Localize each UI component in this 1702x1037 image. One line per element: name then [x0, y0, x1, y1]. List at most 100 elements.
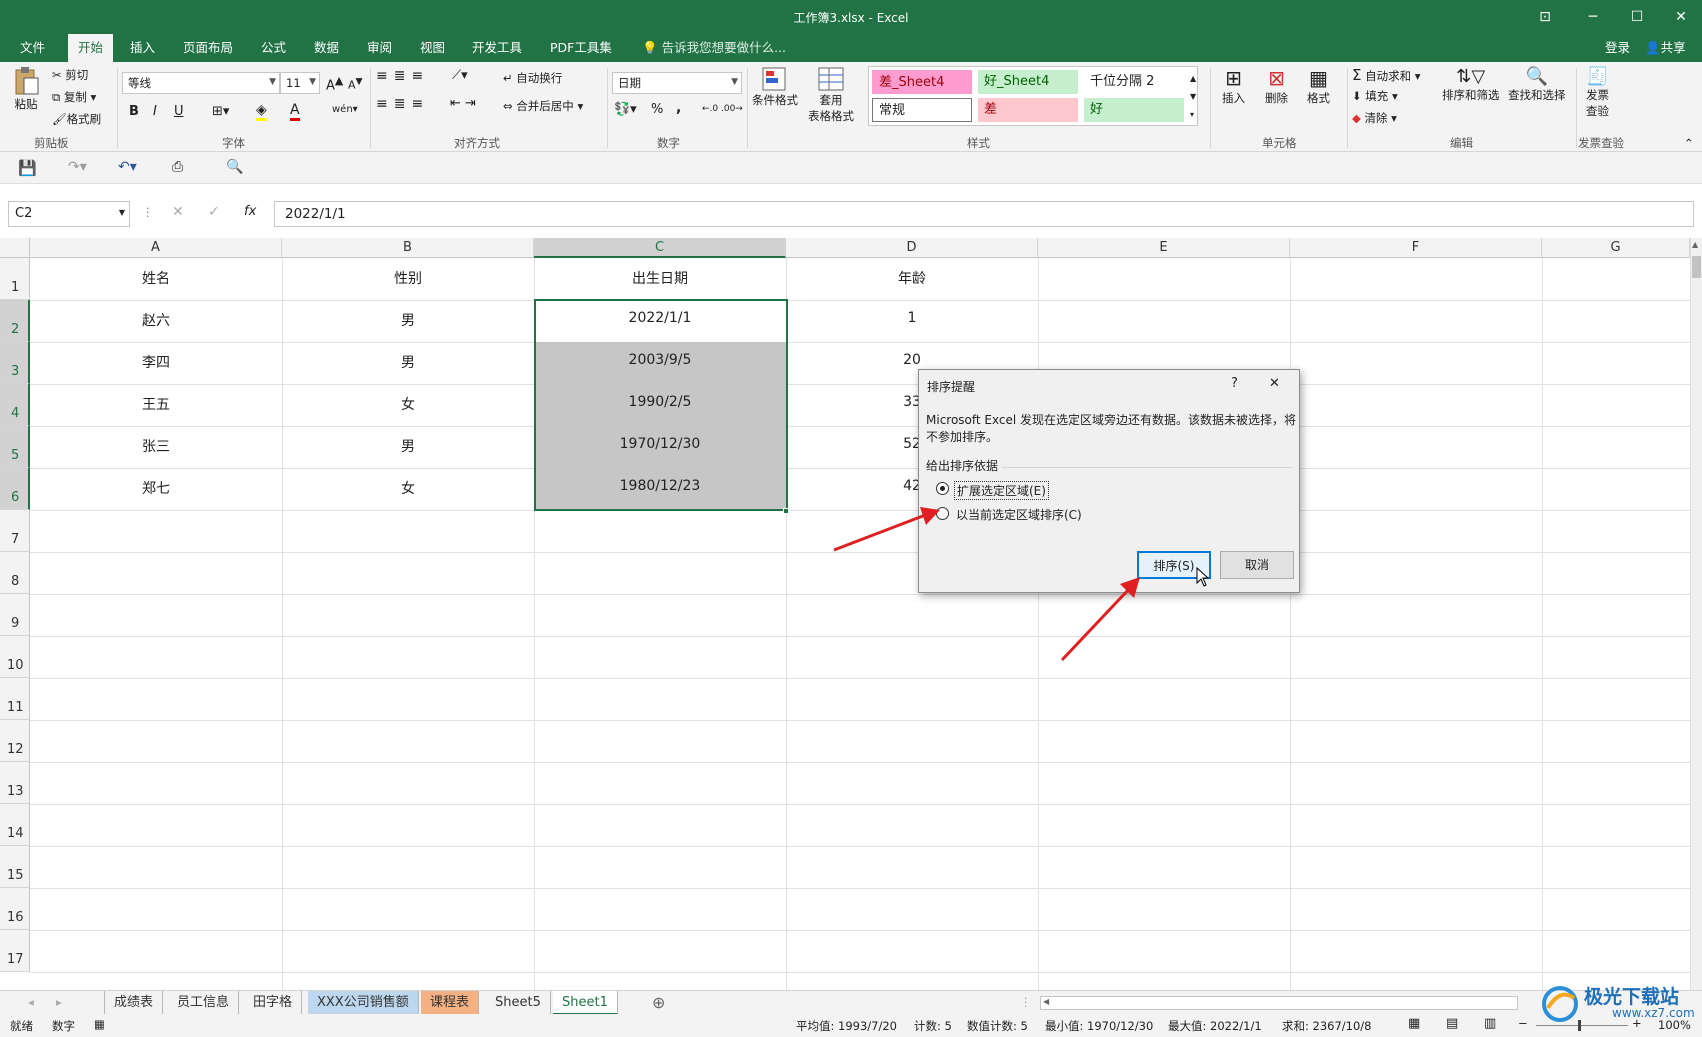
column-header-f[interactable]: F	[1290, 238, 1542, 258]
page-layout-view-icon[interactable]: ▤	[1446, 1016, 1458, 1031]
tab-view[interactable]: 视图	[410, 34, 455, 62]
sheet-tab[interactable]: 员工信息	[168, 991, 240, 1015]
tab-developer[interactable]: 开发工具	[462, 34, 532, 62]
sheet-nav-prev-icon[interactable]: ◂	[28, 995, 34, 1009]
row-header[interactable]: 5	[0, 426, 30, 468]
select-all-corner[interactable]	[0, 238, 30, 258]
bold-button[interactable]: B	[129, 104, 139, 119]
currency-icon[interactable]: 💱▾	[614, 102, 637, 117]
percent-button[interactable]: %	[651, 102, 663, 117]
table-header-cell[interactable]: 性别	[282, 268, 534, 288]
table-cell[interactable]: 1980/12/23	[534, 478, 786, 494]
table-header-cell[interactable]: 出生日期	[534, 268, 786, 288]
decimal-increase-icon[interactable]: ←.0 .00→	[702, 104, 743, 114]
login-link[interactable]: 登录	[1595, 34, 1640, 62]
table-cell[interactable]: 王五	[30, 394, 282, 414]
row-header[interactable]: 13	[0, 762, 30, 804]
sheet-tab[interactable]: 课程表	[421, 991, 480, 1015]
paste-button[interactable]: 粘贴	[12, 66, 40, 112]
column-header-b[interactable]: B	[282, 238, 534, 258]
save-icon[interactable]: 💾	[18, 159, 37, 177]
sheet-tab[interactable]: 成绩表	[104, 991, 164, 1015]
gallery-scroll-icon[interactable]: ▲ ▼ ▾	[1190, 70, 1196, 124]
invoice-check-button[interactable]: 🧾 发票 查验	[1586, 66, 1609, 119]
redo-icon[interactable]: ↷▾	[68, 159, 87, 175]
tell-me-box[interactable]: 💡 告诉我您想要做什么...	[632, 34, 796, 62]
sort-filter-button[interactable]: ⇅▽ 排序和筛选	[1442, 66, 1500, 103]
table-cell[interactable]: 1	[786, 310, 1038, 326]
row-header[interactable]: 7	[0, 510, 30, 552]
fill-button[interactable]: ⬇ 填充 ▾	[1352, 88, 1398, 104]
table-cell[interactable]: 女	[282, 394, 534, 414]
indent-icons[interactable]: ⇤ ⇥	[450, 96, 476, 111]
print-preview-icon[interactable]: ⎙	[172, 159, 183, 175]
style-good-sheet4[interactable]: 好_Sheet4	[978, 70, 1078, 94]
clear-button[interactable]: ◆ 清除 ▾	[1352, 110, 1397, 126]
row-header[interactable]: 16	[0, 888, 30, 930]
number-format-select[interactable]: 日期 ▼	[612, 72, 742, 94]
row-header[interactable]: 2	[0, 300, 30, 342]
sheet-tab[interactable]: 田字格	[244, 991, 303, 1015]
table-cell[interactable]: 2022/1/1	[534, 310, 786, 326]
row-header[interactable]: 1	[0, 258, 30, 300]
tab-data[interactable]: 数据	[304, 34, 349, 62]
italic-button[interactable]: I	[153, 104, 157, 119]
tab-file[interactable]: 文件	[10, 34, 55, 62]
column-header-d[interactable]: D	[786, 238, 1038, 258]
shrink-font-button[interactable]: A▼	[348, 76, 363, 92]
table-cell[interactable]: 2003/9/5	[534, 352, 786, 368]
help-icon[interactable]: ?	[1231, 376, 1238, 391]
maximize-icon[interactable]: ☐	[1622, 6, 1652, 28]
minimize-icon[interactable]: ─	[1578, 6, 1608, 28]
table-cell[interactable]: 赵六	[30, 310, 282, 330]
confirm-formula-icon[interactable]: ✓	[208, 204, 220, 220]
orientation-icon[interactable]: ⟋▾	[452, 68, 468, 83]
normal-view-icon[interactable]: ▦	[1408, 1016, 1420, 1031]
horizontal-align-icons[interactable]: ≡≣≡	[376, 96, 429, 112]
scrollbar-thumb[interactable]	[1692, 256, 1701, 278]
font-name-select[interactable]: 等线 ▼	[122, 72, 280, 94]
row-header[interactable]: 3	[0, 342, 30, 384]
table-cell[interactable]: 男	[282, 352, 534, 372]
close-window-icon[interactable]: ✕	[1666, 6, 1696, 28]
tab-pdf-tools[interactable]: PDF工具集	[540, 34, 622, 62]
border-icon[interactable]: ⊞▾	[212, 104, 229, 119]
merge-center-button[interactable]: ⇔ 合并后居中 ▾	[503, 98, 583, 114]
close-icon[interactable]: ✕	[1269, 376, 1280, 391]
share-button[interactable]: 👤共享	[1635, 34, 1696, 62]
scroll-left-icon[interactable]: ◀	[1043, 997, 1049, 1006]
formula-input[interactable]: 2022/1/1	[274, 201, 1694, 227]
tab-review[interactable]: 审阅	[357, 34, 402, 62]
row-header[interactable]: 17	[0, 930, 30, 972]
fill-handle[interactable]	[783, 508, 789, 514]
row-header[interactable]: 6	[0, 468, 30, 510]
table-cell[interactable]: 1990/2/5	[534, 394, 786, 410]
scroll-up-icon[interactable]: ▲	[1692, 240, 1698, 249]
tab-page-layout[interactable]: 页面布局	[173, 34, 243, 62]
table-cell[interactable]: 男	[282, 436, 534, 456]
column-header-e[interactable]: E	[1038, 238, 1290, 258]
add-sheet-icon[interactable]: ⊕	[652, 993, 665, 1012]
row-header[interactable]: 4	[0, 384, 30, 426]
row-header[interactable]: 10	[0, 636, 30, 678]
underline-button[interactable]: U	[174, 104, 184, 119]
font-size-select[interactable]: 11 ▼	[280, 72, 320, 94]
name-box[interactable]: C2 ▼	[8, 201, 130, 227]
format-as-table-button[interactable]: 套用 表格格式	[808, 66, 854, 124]
row-header[interactable]: 14	[0, 804, 30, 846]
style-comma-2[interactable]: 千位分隔 2	[1084, 70, 1184, 94]
table-cell[interactable]: 李四	[30, 352, 282, 372]
page-break-view-icon[interactable]: ▥	[1484, 1016, 1496, 1031]
sheet-tab[interactable]: Sheet5	[486, 991, 551, 1015]
row-header[interactable]: 8	[0, 552, 30, 594]
delete-cells-button[interactable]: ⊠ 删除	[1265, 66, 1288, 106]
row-header[interactable]: 12	[0, 720, 30, 762]
tab-formulas[interactable]: 公式	[251, 34, 296, 62]
comma-button[interactable]: ,	[676, 100, 681, 116]
copy-button[interactable]: ⧉ 复制 ▾	[52, 89, 96, 105]
font-color-icon[interactable]: A	[290, 102, 300, 121]
find-select-button[interactable]: 🔍 查找和选择	[1508, 66, 1566, 103]
sheet-tab-active[interactable]: Sheet1	[553, 991, 618, 1015]
format-painter-button[interactable]: 🖌格式刷	[52, 111, 101, 127]
cancel-formula-icon[interactable]: ✕	[172, 204, 184, 220]
